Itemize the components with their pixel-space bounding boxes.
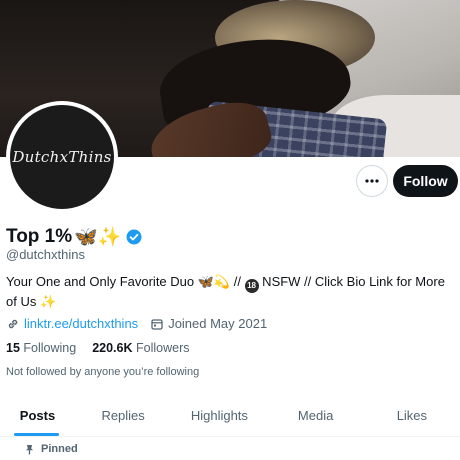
following-count: 15 bbox=[6, 341, 20, 355]
join-date: Joined May 2021 bbox=[150, 316, 267, 331]
follow-stats: 15 Following 220.6K Followers bbox=[6, 341, 190, 355]
tab-posts[interactable]: Posts bbox=[0, 395, 75, 436]
following-label: Following bbox=[23, 341, 77, 355]
tab-highlights[interactable]: Highlights bbox=[171, 395, 267, 436]
avatar-logo-text: DutchxThins bbox=[12, 148, 112, 166]
name-row: Top 1% 🦋✨ bbox=[6, 225, 142, 249]
tab-likes[interactable]: Likes bbox=[364, 395, 460, 436]
tab-replies[interactable]: Replies bbox=[75, 395, 171, 436]
name-emojis: 🦋✨ bbox=[74, 227, 122, 248]
display-name: Top 1% bbox=[6, 226, 73, 247]
bio-text-start: Your One and Only Favorite Duo 🦋💫 // bbox=[6, 274, 245, 289]
join-date-text: Joined May 2021 bbox=[168, 316, 268, 331]
more-options-button[interactable] bbox=[356, 165, 388, 197]
pinned-label: Pinned bbox=[41, 443, 78, 455]
pin-icon bbox=[26, 444, 33, 454]
mutual-followers-note: Not followed by anyone you’re following bbox=[6, 366, 200, 378]
user-handle: @dutchxthins bbox=[6, 247, 85, 262]
following-stat[interactable]: 15 Following bbox=[6, 341, 76, 355]
profile-bio: Your One and Only Favorite Duo 🦋💫 // 18 … bbox=[6, 273, 456, 310]
avatar-image: DutchxThins bbox=[10, 105, 114, 209]
age-18-icon: 18 bbox=[244, 278, 259, 293]
link-icon bbox=[8, 319, 18, 328]
profile-tabs: Posts Replies Highlights Media Likes bbox=[0, 395, 460, 437]
followers-stat[interactable]: 220.6K Followers bbox=[92, 341, 189, 355]
calendar-icon bbox=[151, 318, 163, 330]
followers-count: 220.6K bbox=[92, 341, 133, 355]
pinned-indicator: Pinned bbox=[24, 443, 78, 455]
more-horizontal-icon bbox=[365, 179, 379, 183]
followers-label: Followers bbox=[136, 341, 190, 355]
follow-button[interactable]: Follow bbox=[393, 165, 458, 197]
verified-badge-icon[interactable] bbox=[126, 229, 142, 245]
tab-media[interactable]: Media bbox=[268, 395, 364, 436]
profile-link-url[interactable]: linktr.ee/dutchxthins bbox=[24, 316, 138, 331]
avatar[interactable]: DutchxThins bbox=[6, 101, 118, 213]
profile-link: linktr.ee/dutchxthins bbox=[6, 316, 138, 331]
profile-meta: linktr.ee/dutchxthins Joined May 2021 bbox=[6, 316, 267, 331]
